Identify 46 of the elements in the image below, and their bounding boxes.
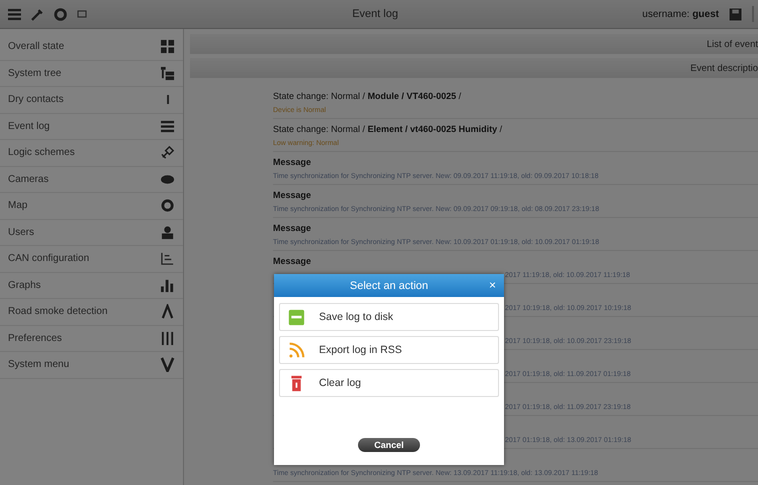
window-icon[interactable] [77, 9, 87, 19]
ring-icon [160, 198, 175, 214]
event-title: Message [273, 256, 312, 268]
settings-icon[interactable] [54, 8, 67, 20]
chart-axes-icon [160, 251, 175, 266]
action-button[interactable]: Clear log [279, 369, 499, 397]
window-title: Event log [351, 8, 400, 20]
table-header: Event descriptio [190, 58, 758, 78]
user-icon [160, 224, 175, 240]
tree-icon [160, 66, 175, 81]
sidebar-item[interactable]: CAN configuration [0, 246, 183, 272]
action-button[interactable]: Export log in RSS [279, 336, 499, 364]
sidebar-item[interactable]: Event log [0, 114, 183, 140]
event-title: Message [273, 190, 312, 202]
rss-icon [288, 342, 305, 358]
username-label: username: guest [642, 8, 719, 20]
event-title: Message [273, 156, 312, 168]
event-title: State change: Normal / Element / vt460-0025 Humidity / [273, 124, 504, 136]
list-icon [160, 118, 175, 134]
chain-link-icon [160, 145, 175, 160]
sidebar-item[interactable]: Preferences [0, 326, 183, 352]
menu-icon[interactable] [8, 8, 21, 20]
sidebar-item[interactable]: Logic schemes [0, 140, 183, 166]
wrench-icon[interactable] [31, 8, 44, 20]
sidebar-item[interactable]: Users [0, 220, 183, 246]
grid-icon [160, 39, 175, 54]
sidebar-item[interactable]: Overall state [0, 34, 183, 60]
sidebar-item[interactable]: Map [0, 193, 183, 220]
chevron-down-icon [160, 357, 175, 372]
cancel-button[interactable]: Cancel [358, 438, 420, 452]
event-title: Message [273, 222, 312, 234]
event-title: State change: Normal / Module / VT460-0025 / [273, 90, 462, 102]
table-header: List of event [190, 34, 758, 54]
dialog-title: Select an action [350, 280, 428, 292]
sidebar-item[interactable]: Cameras [0, 166, 183, 193]
sidebar-item[interactable]: Graphs [0, 272, 183, 299]
sidebar-item[interactable]: Dry contacts [0, 87, 183, 114]
bar-chart-icon [160, 278, 175, 293]
sidebar-item[interactable]: System tree [0, 60, 183, 87]
save-icon[interactable] [729, 8, 742, 20]
vertical-bars-icon [160, 330, 175, 346]
action-button[interactable]: Save log to disk [279, 303, 499, 331]
sidebar-item[interactable]: Road smoke detection [0, 299, 183, 326]
sidebar-item[interactable]: System menu [0, 352, 183, 378]
close-button[interactable]: × [488, 278, 496, 292]
chevron-up-icon [160, 304, 175, 320]
